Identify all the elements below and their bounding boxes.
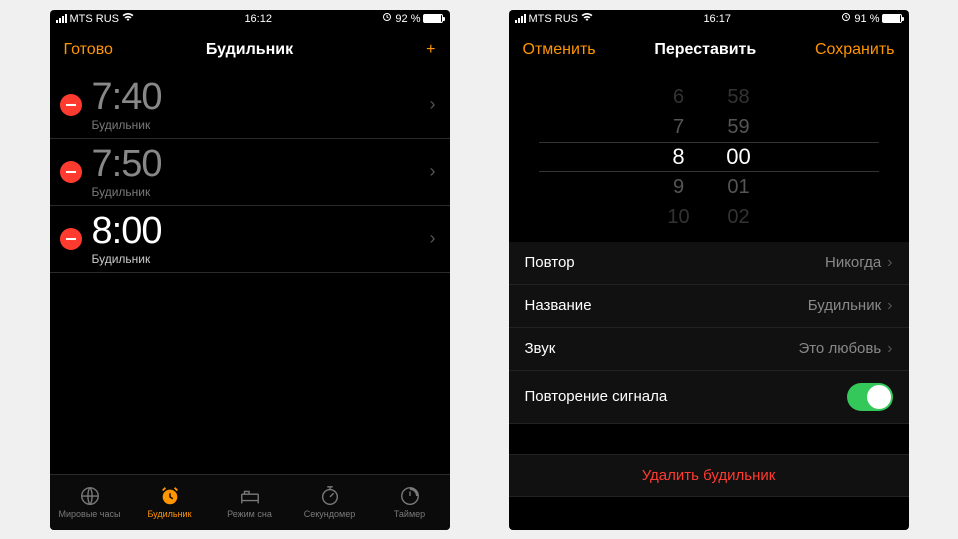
nav-title: Будильник [206,41,293,59]
time-picker[interactable]: 6 7 8 9 10 58 59 00 01 02 [509,72,909,242]
chevron-right-icon: › [430,161,436,182]
tab-stopwatch[interactable]: Секундомер [290,475,370,530]
settings-list: Повтор Никогда› Название Будильник› Звук… [509,242,909,424]
alarm-row[interactable]: 7:40 Будильник › [50,72,450,139]
tab-bedtime[interactable]: Режим сна [210,475,290,530]
phone-alarm-edit: MTS RUS 16:17 91 % Отменить Переставить … [509,10,909,530]
carrier: MTS RUS [70,13,120,25]
tab-timer[interactable]: Таймер [370,475,450,530]
tab-world-clock[interactable]: Мировые часы [50,475,130,530]
battery-pct: 91 % [854,13,879,25]
tab-bar: Мировые часы Будильник Режим сна Секундо… [50,474,450,530]
alarm-time: 8:00 [92,212,430,250]
globe-icon [79,485,101,507]
snooze-toggle[interactable] [847,383,893,411]
alarm-icon [159,485,181,507]
status-bar: MTS RUS 16:17 91 % [509,10,909,28]
setting-label[interactable]: Название Будильник› [509,285,909,328]
alarm-label: Будильник [92,185,430,199]
alarm-row[interactable]: 8:00 Будильник › [50,206,450,273]
battery-icon [423,14,443,23]
status-time: 16:17 [703,13,731,25]
setting-sound[interactable]: Звук Это любовь› [509,328,909,371]
chevron-right-icon: › [887,340,892,358]
chevron-right-icon: › [887,254,892,272]
chevron-right-icon: › [430,228,436,249]
timer-icon [399,485,421,507]
stopwatch-icon [319,485,341,507]
alarm-label: Будильник [92,252,430,266]
alarm-label: Будильник [92,118,430,132]
nav-title: Переставить [654,41,756,59]
alarm-indicator-icon [382,12,392,25]
alarm-row[interactable]: 7:50 Будильник › [50,139,450,206]
status-bar: MTS RUS 16:12 92 % [50,10,450,28]
chevron-right-icon: › [887,297,892,315]
save-button[interactable]: Сохранить [815,41,895,59]
delete-icon[interactable] [60,161,82,183]
picker-hours[interactable]: 6 7 8 9 10 [649,82,709,232]
add-alarm-button[interactable]: + [365,42,435,58]
carrier: MTS RUS [529,13,579,25]
nav-bar: Готово Будильник + [50,28,450,72]
tab-alarm[interactable]: Будильник [130,475,210,530]
delete-alarm-button[interactable]: Удалить будильник [509,454,909,497]
picker-minutes[interactable]: 58 59 00 01 02 [709,82,769,232]
alarm-list: 7:40 Будильник › 7:50 Будильник › 8:00 Б… [50,72,450,474]
alarm-indicator-icon [841,12,851,25]
delete-icon[interactable] [60,94,82,116]
delete-icon[interactable] [60,228,82,250]
setting-snooze: Повторение сигнала [509,371,909,424]
signal-icon [515,14,526,23]
battery-icon [882,14,902,23]
done-button[interactable]: Готово [64,41,134,59]
battery-pct: 92 % [395,13,420,25]
cancel-button[interactable]: Отменить [523,41,596,59]
chevron-right-icon: › [430,94,436,115]
status-time: 16:12 [244,13,272,25]
signal-icon [56,14,67,23]
nav-bar: Отменить Переставить Сохранить [509,28,909,72]
bed-icon [239,485,261,507]
setting-repeat[interactable]: Повтор Никогда› [509,242,909,285]
phone-alarm-list: MTS RUS 16:12 92 % Готово Будильник + 7:… [50,10,450,530]
wifi-icon [122,12,134,25]
alarm-time: 7:40 [92,78,430,116]
wifi-icon [581,12,593,25]
alarm-time: 7:50 [92,145,430,183]
